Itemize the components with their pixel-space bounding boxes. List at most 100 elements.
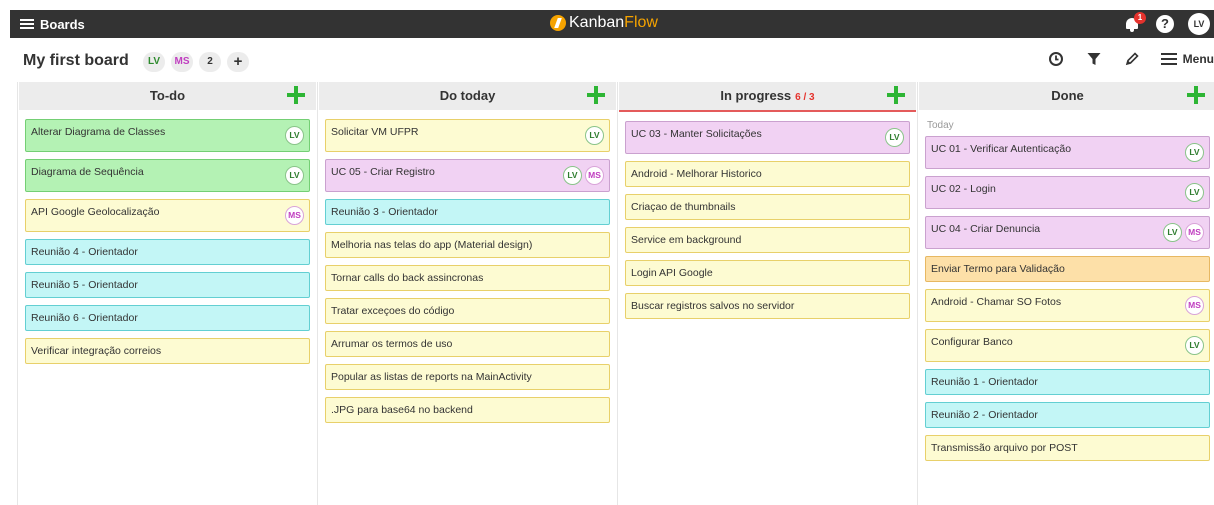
notifications-button[interactable]: 1 <box>1122 12 1146 34</box>
add-task-button[interactable] <box>886 85 906 105</box>
task-title: Reunião 4 - Orientador <box>31 246 138 258</box>
task-card[interactable]: Verificar integração correios <box>25 338 310 364</box>
task-title: Solicitar VM UFPR <box>331 126 419 138</box>
assignee-avatar-ms[interactable]: MS <box>585 166 604 185</box>
task-card[interactable]: Reunião 2 - Orientador <box>925 402 1210 428</box>
add-task-button[interactable] <box>586 85 606 105</box>
task-card[interactable]: Android - Melhorar Historico <box>625 161 910 187</box>
menu-label: Menu <box>1182 52 1214 66</box>
task-list: Today UC 01 - Verificar Autenticação LV UC … <box>918 110 1214 461</box>
hamburger-icon <box>20 19 34 29</box>
task-card[interactable]: Configurar Banco LV <box>925 329 1210 362</box>
column-header[interactable]: Do today <box>319 82 616 110</box>
board-toolbar: Menu <box>1047 50 1214 68</box>
task-card[interactable]: Buscar registros salvos no servidor <box>625 293 910 319</box>
task-card[interactable]: API Google Geolocalização MS <box>25 199 310 232</box>
task-card[interactable]: Reunião 6 - Orientador <box>25 305 310 331</box>
assignee-avatar-lv[interactable]: LV <box>1185 143 1204 162</box>
task-card[interactable]: Reunião 5 - Orientador <box>25 272 310 298</box>
add-member-button[interactable]: + <box>227 52 249 72</box>
assignee-avatar-ms[interactable]: MS <box>1185 296 1204 315</box>
kanbanflow-logo[interactable]: Kanban Flow <box>550 14 658 32</box>
task-card[interactable]: Melhoria nas telas do app (Material desi… <box>325 232 610 258</box>
assignee-avatar-lv[interactable]: LV <box>585 126 604 145</box>
task-title: Enviar Termo para Validação <box>931 263 1065 275</box>
board-title[interactable]: My first board <box>23 52 129 70</box>
task-card[interactable]: Tratar exceçoes do código <box>325 298 610 324</box>
task-card[interactable]: Service em background <box>625 227 910 253</box>
task-title: Reunião 5 - Orientador <box>31 279 138 291</box>
filter-button[interactable] <box>1085 50 1103 68</box>
logo-text-kanban: Kanban <box>569 14 625 31</box>
task-title: Melhoria nas telas do app (Material desi… <box>331 239 533 251</box>
task-assignees: LV <box>285 126 304 145</box>
add-task-button[interactable] <box>1186 85 1206 105</box>
logo-text-flow: Flow <box>624 14 658 31</box>
task-card[interactable]: UC 05 - Criar Registro LV MS <box>325 159 610 192</box>
bell-clapper <box>1130 29 1134 32</box>
task-title: Reunião 3 - Orientador <box>331 206 438 218</box>
user-avatar[interactable]: LV <box>1188 13 1210 35</box>
assignee-avatar-ms[interactable]: MS <box>1185 223 1204 242</box>
task-title: Reunião 1 - Orientador <box>931 376 1038 388</box>
task-card[interactable]: UC 04 - Criar Denuncia LV MS <box>925 216 1210 249</box>
task-card[interactable]: Reunião 1 - Orientador <box>925 369 1210 395</box>
task-card[interactable]: Popular as listas de reports na MainActi… <box>325 364 610 390</box>
boards-button[interactable]: Boards <box>16 13 89 35</box>
task-card[interactable]: .JPG para base64 no backend <box>325 397 610 423</box>
column-header[interactable]: In progress 6 / 3 <box>619 82 916 112</box>
task-card[interactable]: Reunião 4 - Orientador <box>25 239 310 265</box>
member-count-badge[interactable]: 2 <box>199 52 221 72</box>
add-task-button[interactable] <box>286 85 306 105</box>
assignee-avatar-lv[interactable]: LV <box>285 126 304 145</box>
assignee-avatar-lv[interactable]: LV <box>285 166 304 185</box>
task-assignees: LV MS <box>563 166 604 185</box>
help-icon[interactable]: ? <box>1156 15 1174 33</box>
menu-icon <box>1160 53 1177 65</box>
column-title: Done <box>1051 88 1084 103</box>
task-card[interactable]: Solicitar VM UFPR LV <box>325 119 610 152</box>
task-card[interactable]: Diagrama de Sequência LV <box>25 159 310 192</box>
task-title: Verificar integração correios <box>31 345 162 357</box>
assignee-avatar-lv[interactable]: LV <box>1185 183 1204 202</box>
task-card[interactable]: Alterar Diagrama de Classes LV <box>25 119 310 152</box>
notification-count-badge: 1 <box>1134 12 1146 24</box>
kanbanflow-logo-icon <box>550 15 566 31</box>
task-card[interactable]: UC 01 - Verificar Autenticação LV <box>925 136 1210 169</box>
task-assignees: LV <box>1185 183 1204 202</box>
assignee-avatar-lv[interactable]: LV <box>885 128 904 147</box>
task-card[interactable]: UC 03 - Manter Solicitações LV <box>625 121 910 154</box>
task-title: Reunião 6 - Orientador <box>31 312 138 324</box>
task-card[interactable]: Login API Google <box>625 260 910 286</box>
member-avatar-lv[interactable]: LV <box>143 52 165 72</box>
task-assignees: LV <box>285 166 304 185</box>
task-card[interactable]: Android - Chamar SO Fotos MS <box>925 289 1210 322</box>
edit-board-button[interactable] <box>1123 50 1141 68</box>
column-header[interactable]: To-do <box>19 82 316 110</box>
task-card[interactable]: Enviar Termo para Validação <box>925 256 1210 282</box>
task-title: Alterar Diagrama de Classes <box>31 126 166 138</box>
task-card[interactable]: Transmissão arquivo por POST <box>925 435 1210 461</box>
task-card[interactable]: Reunião 3 - Orientador <box>325 199 610 225</box>
task-title: Popular as listas de reports na MainActi… <box>331 371 532 383</box>
task-list: Solicitar VM UFPR LV UC 05 - Criar Registr… <box>318 110 617 423</box>
assignee-avatar-lv[interactable]: LV <box>1163 223 1182 242</box>
assignee-avatar-lv[interactable]: LV <box>563 166 582 185</box>
task-card[interactable]: Arrumar os termos de uso <box>325 331 610 357</box>
member-avatar-ms[interactable]: MS <box>171 52 193 72</box>
column-title: Do today <box>439 88 496 103</box>
task-card[interactable]: Criaçao de thumbnails <box>625 194 910 220</box>
time-tracking-button[interactable] <box>1047 50 1065 68</box>
task-assignees: MS <box>285 206 304 225</box>
task-title: Configurar Banco <box>931 336 1013 348</box>
task-title: UC 02 - Login <box>931 183 996 195</box>
board-menu-button[interactable]: Menu <box>1160 52 1214 66</box>
task-card[interactable]: UC 02 - Login LV <box>925 176 1210 209</box>
task-title: Criaçao de thumbnails <box>631 201 736 213</box>
task-card[interactable]: Tornar calls do back assincronas <box>325 265 610 291</box>
column-header[interactable]: Done <box>919 82 1214 110</box>
assignee-avatar-ms[interactable]: MS <box>285 206 304 225</box>
task-title: Arrumar os termos de uso <box>331 338 453 350</box>
assignee-avatar-lv[interactable]: LV <box>1185 336 1204 355</box>
date-group-label: Today <box>927 120 954 131</box>
